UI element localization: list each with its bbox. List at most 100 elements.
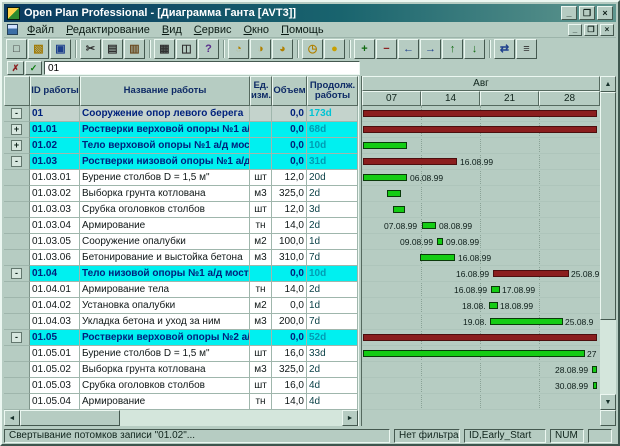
cell-volume[interactable]: 100,0 — [272, 234, 307, 250]
cancel-edit-button[interactable]: ✗ — [7, 61, 24, 75]
help-button[interactable]: ? — [198, 39, 219, 59]
cell-duration[interactable]: 2d — [307, 282, 358, 298]
cell-name[interactable]: Срубка оголовков столбов — [80, 378, 250, 394]
expander-minus-button[interactable]: - — [11, 268, 22, 279]
cell-name[interactable]: Тело верховой опоры №1 а/д моста — [80, 138, 250, 154]
activity-bar[interactable] — [363, 174, 407, 181]
cell-unit[interactable]: тн — [250, 282, 272, 298]
time-analysis-button[interactable]: ◔ — [228, 39, 249, 59]
scroll-right-icon[interactable]: ► — [342, 410, 358, 426]
month-header[interactable]: Авг — [362, 76, 600, 91]
print-button[interactable]: ▦ — [154, 39, 175, 59]
cut-button[interactable]: ✂ — [80, 39, 101, 59]
row-selector[interactable] — [4, 202, 30, 218]
cell-volume[interactable]: 14,0 — [272, 394, 307, 410]
cost-analysis-button[interactable]: ◕ — [272, 39, 293, 59]
cell-id[interactable]: 01.03.01 — [30, 170, 80, 186]
activity-bar[interactable] — [593, 382, 597, 389]
summary-bar[interactable] — [363, 126, 597, 133]
minimize-button[interactable]: _ — [561, 6, 577, 20]
activity-bar[interactable] — [363, 350, 585, 357]
cell-unit[interactable]: шт — [250, 346, 272, 362]
cell-unit[interactable]: шт — [250, 170, 272, 186]
cell-name[interactable]: Сооружение опор левого берега — [80, 106, 250, 122]
cell-volume[interactable]: 0,0 — [272, 138, 307, 154]
row-selector[interactable] — [4, 250, 30, 266]
cell-duration[interactable]: 1d — [307, 234, 358, 250]
cell-name[interactable]: Армирование тела — [80, 282, 250, 298]
row-selector[interactable] — [4, 346, 30, 362]
expander-plus-button[interactable]: + — [11, 124, 22, 135]
row-selector[interactable]: - — [4, 106, 30, 122]
cell-name[interactable]: Выборка грунта котлована — [80, 362, 250, 378]
column-header-unit[interactable]: Ед. изм. — [250, 76, 272, 106]
cell-unit[interactable]: м3 — [250, 186, 272, 202]
row-selector[interactable] — [4, 234, 30, 250]
save-button[interactable]: ▣ — [50, 39, 71, 59]
cell-volume[interactable]: 325,0 — [272, 362, 307, 378]
mdi-restore-button[interactable]: ❐ — [584, 24, 598, 36]
cell-volume[interactable]: 0,0 — [272, 122, 307, 138]
cell-id[interactable]: 01.04.02 — [30, 298, 80, 314]
cell-duration[interactable]: 2d — [307, 362, 358, 378]
cell-id[interactable]: 01.05.04 — [30, 394, 80, 410]
cell-volume[interactable]: 325,0 — [272, 186, 307, 202]
cell-duration[interactable]: 10d — [307, 266, 358, 282]
cell-id[interactable]: 01.05.01 — [30, 346, 80, 362]
cell-name[interactable]: Выборка грунта котлована — [80, 186, 250, 202]
row-selector[interactable]: + — [4, 122, 30, 138]
cell-name[interactable]: Ростверки верховой опоры №2 а/д — [80, 330, 250, 346]
cell-duration[interactable]: 1d — [307, 298, 358, 314]
menu-item-4[interactable]: Окно — [237, 23, 275, 37]
row-selector[interactable] — [4, 218, 30, 234]
cell-id[interactable]: 01.03.04 — [30, 218, 80, 234]
cell-id[interactable]: 01 — [30, 106, 80, 122]
column-header-volume[interactable]: Объем — [272, 76, 307, 106]
summary-bar[interactable] — [363, 334, 597, 341]
cell-duration[interactable]: 20d — [307, 170, 358, 186]
cell-name[interactable]: Ростверки низовой опоры №1 а/д м — [80, 154, 250, 170]
cell-duration[interactable]: 2d — [307, 186, 358, 202]
budget-button[interactable]: ● — [324, 39, 345, 59]
cell-volume[interactable]: 16,0 — [272, 378, 307, 394]
cell-unit[interactable]: м2 — [250, 234, 272, 250]
cell-volume[interactable]: 14,0 — [272, 282, 307, 298]
cell-name[interactable]: Срубка оголовков столбов — [80, 202, 250, 218]
cell-id[interactable]: 01.04 — [30, 266, 80, 282]
cell-volume[interactable]: 16,0 — [272, 346, 307, 362]
cell-duration[interactable]: 52d — [307, 330, 358, 346]
expander-minus-button[interactable]: - — [11, 332, 22, 343]
row-selector[interactable] — [4, 314, 30, 330]
cell-name[interactable]: Бурение столбов D = 1,5 м" — [80, 346, 250, 362]
column-header-duration[interactable]: Продолж. работы — [307, 76, 358, 106]
cell-id[interactable]: 01.01 — [30, 122, 80, 138]
open-button[interactable]: ▧ — [28, 39, 49, 59]
cell-id[interactable]: 01.04.01 — [30, 282, 80, 298]
cell-id[interactable]: 01.03.02 — [30, 186, 80, 202]
cell-unit[interactable]: тн — [250, 394, 272, 410]
activity-bar[interactable] — [437, 238, 443, 245]
cell-volume[interactable]: 14,0 — [272, 218, 307, 234]
cell-unit[interactable]: м2 — [250, 298, 272, 314]
confirm-edit-button[interactable]: ✓ — [25, 61, 42, 75]
row-selector[interactable]: - — [4, 330, 30, 346]
cell-id[interactable]: 01.04.03 — [30, 314, 80, 330]
print-preview-button[interactable]: ◫ — [176, 39, 197, 59]
cell-volume[interactable]: 0,0 — [272, 266, 307, 282]
cell-name[interactable]: Укладка бетона и уход за ним — [80, 314, 250, 330]
cell-duration[interactable]: 68d — [307, 122, 358, 138]
scrollbar-track[interactable] — [600, 320, 616, 394]
row-selector[interactable] — [4, 394, 30, 410]
row-selector[interactable] — [4, 282, 30, 298]
cell-duration[interactable]: 10d — [307, 138, 358, 154]
resource-analysis-button[interactable]: ◑ — [250, 39, 271, 59]
cell-duration[interactable]: 173d — [307, 106, 358, 122]
row-selector[interactable]: + — [4, 138, 30, 154]
row-selector[interactable] — [4, 186, 30, 202]
week-header-07[interactable]: 07 — [362, 91, 421, 106]
outdent-button[interactable]: ← — [398, 39, 419, 59]
cell-id[interactable]: 01.03 — [30, 154, 80, 170]
link-activities-button[interactable]: ⇄ — [494, 39, 515, 59]
schedule-button[interactable]: ◷ — [302, 39, 323, 59]
cell-duration[interactable]: 4d — [307, 378, 358, 394]
